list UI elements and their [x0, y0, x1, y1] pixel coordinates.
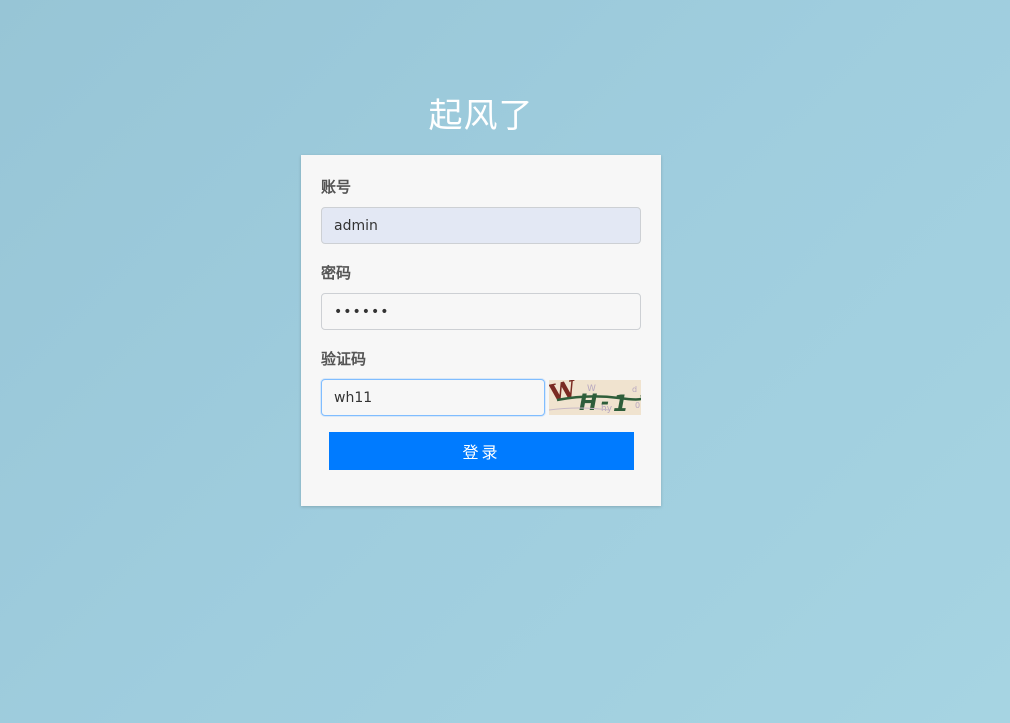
password-input[interactable] — [321, 293, 641, 330]
login-button[interactable]: 登录 — [329, 432, 634, 470]
username-label: 账号 — [321, 178, 352, 196]
svg-text:0: 0 — [635, 401, 640, 410]
username-input[interactable] — [321, 207, 641, 244]
login-card: 账号 密码 验证码 W W hy d 0 H - 1 登录 — [301, 155, 661, 506]
captcha-label: 验证码 — [321, 350, 367, 368]
svg-text:-: - — [601, 390, 609, 414]
svg-text:H: H — [579, 391, 597, 415]
site-title: 起风了 — [428, 96, 534, 136]
captcha-input[interactable] — [321, 379, 545, 416]
captcha-image[interactable]: W W hy d 0 H - 1 — [549, 380, 641, 415]
svg-text:1: 1 — [613, 392, 628, 415]
captcha-graphic: W W hy d 0 H - 1 — [549, 380, 641, 415]
svg-text:d: d — [632, 385, 637, 394]
password-label: 密码 — [321, 264, 352, 282]
